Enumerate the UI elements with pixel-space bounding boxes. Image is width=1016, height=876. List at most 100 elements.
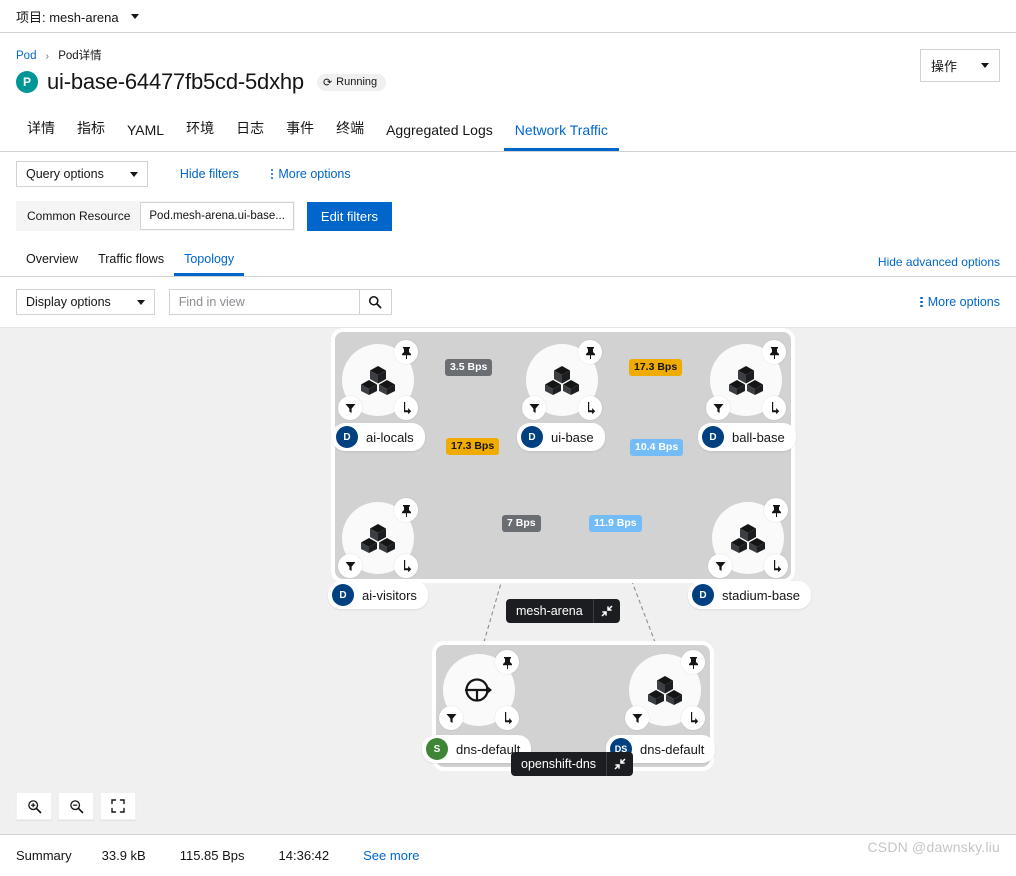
service-icon: [465, 678, 492, 702]
node-ai-locals[interactable]: [338, 340, 418, 420]
edge-rate-aivisitors-uibase[interactable]: 17.3 Bps: [446, 438, 500, 455]
sync-icon: ⟳: [322, 76, 333, 89]
summary-label: Summary: [16, 848, 72, 863]
kind-badge: D: [521, 426, 543, 448]
summary-bytes: 33.9 kB: [101, 848, 146, 863]
tab-terminal[interactable]: 终端: [325, 109, 375, 151]
download-arrow-icon[interactable]: [762, 396, 786, 420]
summary-bar: Summary 33.9 kB 115.85 Bps 14:36:42 See …: [0, 834, 1016, 876]
search-icon: [369, 295, 382, 309]
hide-filters-button[interactable]: Hide filters: [180, 167, 239, 181]
collapse-icon[interactable]: [592, 599, 620, 623]
fit-to-screen-button[interactable]: [100, 792, 136, 820]
node-label-ai-visitors[interactable]: D ai-visitors: [328, 581, 428, 609]
node-stadium-base[interactable]: [708, 498, 788, 578]
subtab-topology[interactable]: Topology: [174, 246, 245, 276]
chevron-down-icon: [129, 171, 138, 177]
tab-metrics[interactable]: 指标: [66, 109, 116, 151]
pin-icon[interactable]: [764, 498, 788, 522]
pin-icon[interactable]: [762, 340, 786, 364]
node-label-stadium-base[interactable]: D stadium-base: [688, 581, 812, 609]
tab-details[interactable]: 详情: [16, 109, 66, 151]
edge-rate-uibase-stadiumbase[interactable]: 10.4 Bps: [630, 439, 684, 456]
node-label-text: stadium-base: [722, 587, 801, 603]
group-pill-label: mesh-arena: [516, 604, 583, 618]
topology-canvas[interactable]: D ai-locals D ui-base D ball-base D ai-v…: [0, 327, 1016, 834]
node-label-ai-locals[interactable]: D ai-locals: [332, 423, 425, 451]
group-pill-openshift-dns[interactable]: openshift-dns: [511, 752, 634, 776]
kind-badge: D: [336, 426, 358, 448]
kebab-icon: [920, 296, 923, 308]
group-pill-mesh-arena[interactable]: mesh-arena: [506, 599, 620, 623]
pin-icon[interactable]: [578, 340, 602, 364]
collapse-icon[interactable]: [606, 752, 633, 776]
display-options-select[interactable]: Display options: [16, 289, 155, 315]
filter-icon[interactable]: [625, 706, 649, 730]
node-label-ball-base[interactable]: D ball-base: [698, 423, 796, 451]
filter-icon[interactable]: [338, 554, 362, 578]
pin-icon[interactable]: [681, 650, 705, 674]
pin-icon[interactable]: [394, 498, 418, 522]
query-more-options-label: More options: [278, 167, 351, 181]
edge-rate-dnsservice-uibase[interactable]: 7 Bps: [502, 515, 541, 532]
breadcrumb-root[interactable]: Pod: [16, 50, 36, 62]
tab-environment[interactable]: 环境: [175, 109, 225, 151]
download-arrow-icon[interactable]: [578, 396, 602, 420]
filter-icon[interactable]: [439, 706, 463, 730]
hide-advanced-options-link[interactable]: Hide advanced options: [878, 255, 1000, 269]
subtab-traffic-flows[interactable]: Traffic flows: [88, 246, 174, 276]
actions-button-label: 操作: [930, 59, 957, 74]
actions-button[interactable]: 操作: [919, 49, 1000, 82]
pod-kind-badge: P: [16, 71, 38, 93]
search-input[interactable]: [168, 289, 359, 315]
filter-value-chip[interactable]: Pod.mesh-arena.ui-base...: [140, 202, 294, 230]
node-ball-base[interactable]: [706, 340, 786, 420]
node-label-ui-base[interactable]: D ui-base: [517, 423, 605, 451]
chevron-down-icon: [981, 63, 989, 68]
query-options-label: Query options: [26, 167, 104, 181]
search-button[interactable]: [358, 289, 392, 315]
deployment-icon: [648, 676, 682, 705]
zoom-in-button[interactable]: [16, 792, 52, 820]
project-selector-label[interactable]: 项目: mesh-arena: [16, 7, 119, 26]
see-more-link[interactable]: See more: [363, 848, 419, 863]
download-arrow-icon[interactable]: [681, 706, 705, 730]
download-arrow-icon[interactable]: [394, 554, 418, 578]
edge-rate-dnsdaemonset-uibase[interactable]: 11.9 Bps: [589, 515, 642, 532]
node-dns-default-daemonset[interactable]: [625, 650, 705, 730]
filter-icon[interactable]: [706, 396, 730, 420]
deployment-icon: [729, 366, 763, 395]
filter-icon[interactable]: [708, 554, 732, 578]
breadcrumb-separator-icon: ›: [45, 51, 50, 62]
zoom-out-icon: [69, 799, 83, 813]
download-arrow-icon[interactable]: [394, 396, 418, 420]
query-options-select[interactable]: Query options: [16, 161, 148, 187]
filter-icon[interactable]: [338, 396, 362, 420]
chevron-down-icon[interactable]: [130, 13, 139, 19]
zoom-controls: [16, 792, 136, 820]
pin-icon[interactable]: [394, 340, 418, 364]
download-arrow-icon[interactable]: [764, 554, 788, 578]
tab-aggregated-logs[interactable]: Aggregated Logs: [375, 113, 504, 151]
edit-filters-button[interactable]: Edit filters: [306, 201, 392, 231]
filter-icon[interactable]: [522, 396, 546, 420]
subtab-overview[interactable]: Overview: [16, 246, 88, 276]
node-dns-default-service[interactable]: [439, 650, 519, 730]
node-ui-base[interactable]: [522, 340, 602, 420]
tab-yaml[interactable]: YAML: [116, 113, 175, 151]
tab-events[interactable]: 事件: [275, 109, 325, 151]
deployment-icon: [361, 366, 395, 395]
node-ai-visitors[interactable]: [338, 498, 418, 578]
pin-icon[interactable]: [495, 650, 519, 674]
edge-rate-uibase-ballbase[interactable]: 17.3 Bps: [629, 359, 683, 376]
query-more-options-button[interactable]: More options: [270, 167, 351, 181]
tab-logs[interactable]: 日志: [225, 109, 275, 151]
find-in-view: [168, 289, 392, 315]
display-more-options-button[interactable]: More options: [920, 295, 1000, 309]
edge-rate-uibase-ailocals[interactable]: 3.5 Bps: [445, 359, 493, 376]
zoom-out-button[interactable]: [58, 792, 94, 820]
tab-network-traffic[interactable]: Network Traffic: [503, 113, 619, 151]
download-arrow-icon[interactable]: [495, 706, 519, 730]
filter-category-label: Common Resource: [27, 209, 131, 223]
title-row: P ui-base-64477fb5cd-5dxhp ⟳ Running: [16, 69, 1000, 95]
